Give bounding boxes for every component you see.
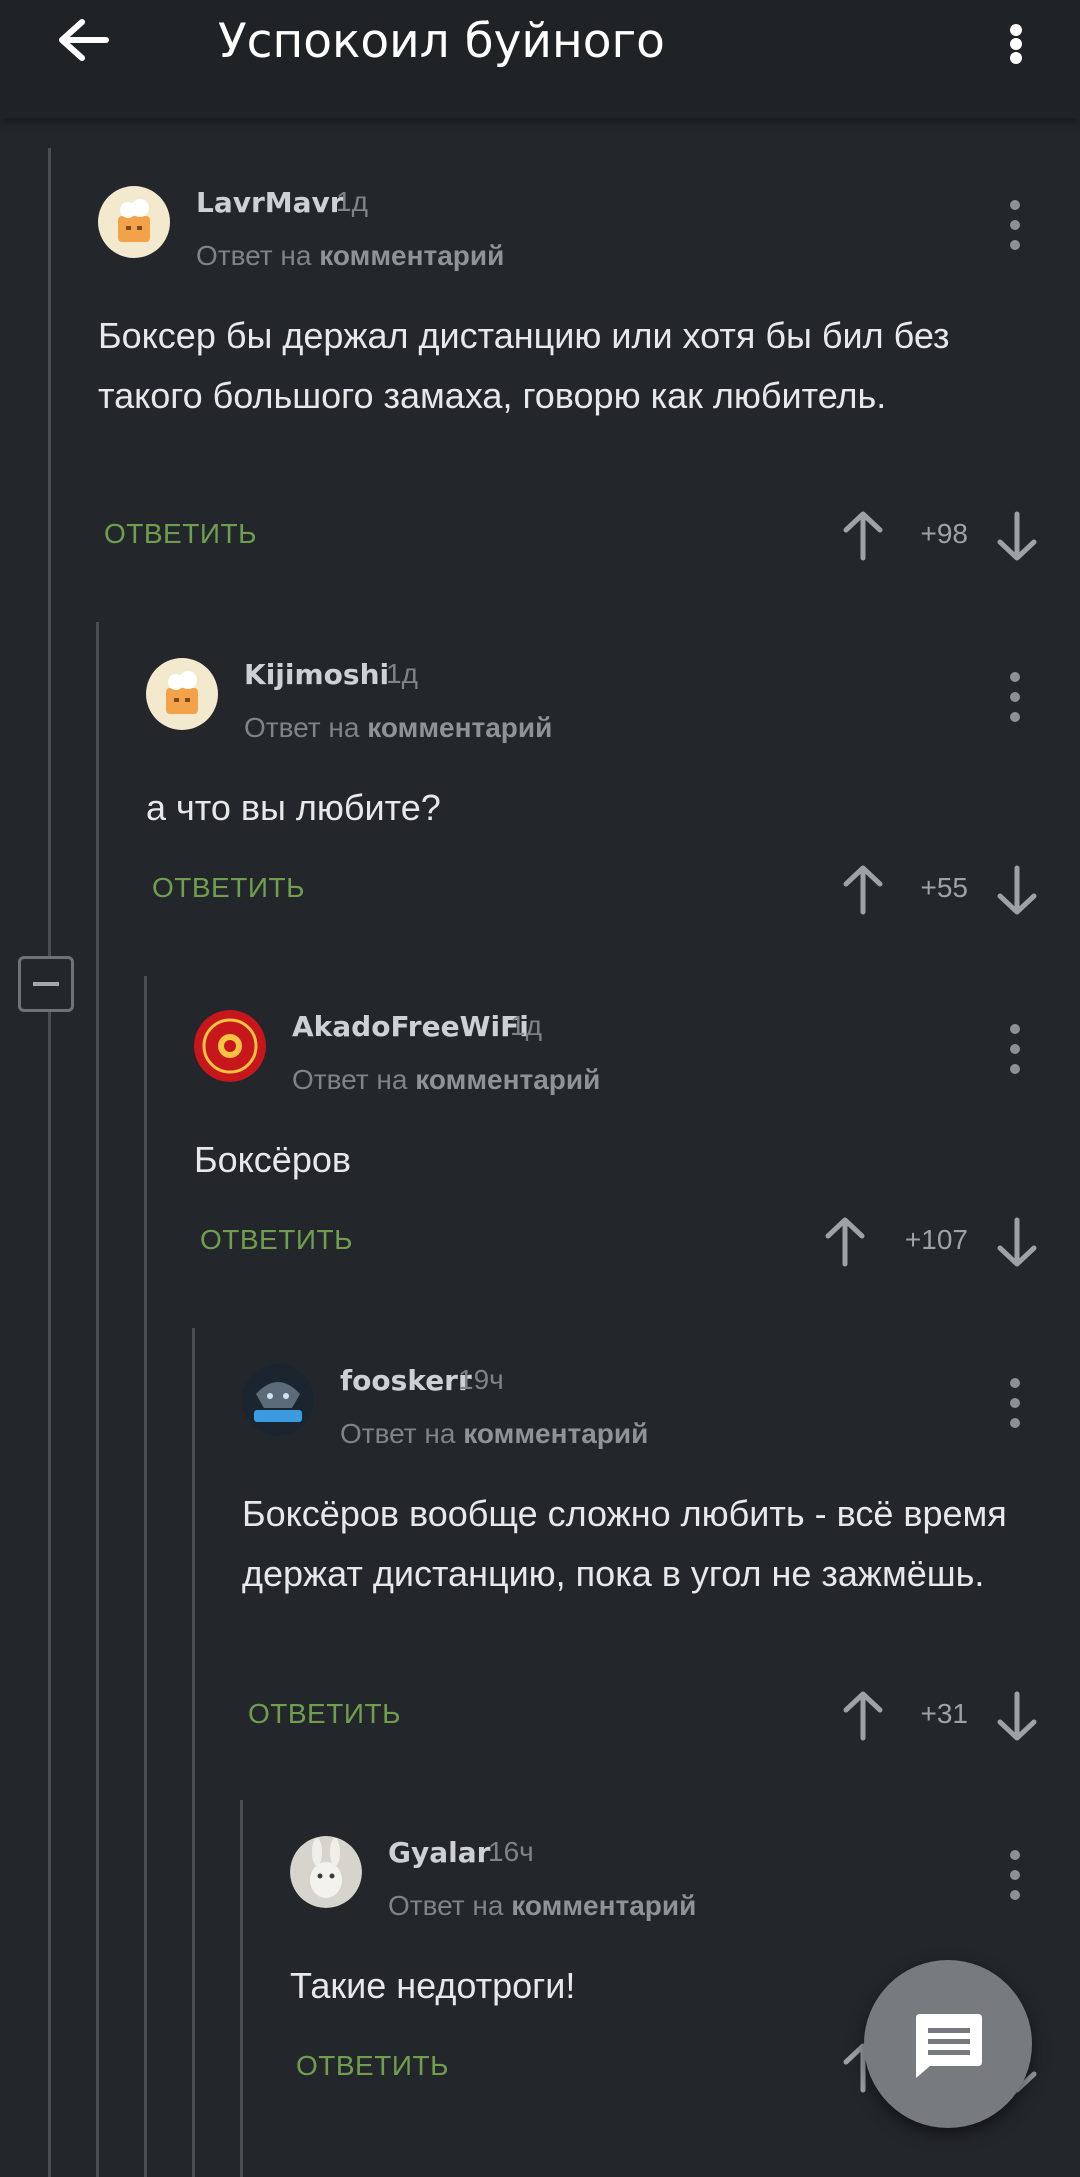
username[interactable]: Gyalar [388, 1836, 490, 1869]
reply-button[interactable]: ОТВЕТИТЬ [152, 872, 305, 904]
comment-text: Боксёров вообще сложно любить - всё врем… [242, 1493, 1007, 1594]
more-options-button[interactable] [996, 16, 1036, 88]
upvote-button[interactable] [838, 860, 888, 920]
upvote-button[interactable] [820, 1212, 870, 1272]
downvote-button[interactable] [992, 860, 1042, 920]
more-vertical-icon [1010, 24, 1022, 64]
vote-score: +107 [904, 1224, 968, 1255]
reply-to-label[interactable]: Ответ на комментарий [196, 240, 504, 272]
arrow-down-icon [997, 511, 1037, 561]
timestamp: 1д [336, 186, 368, 217]
vote-score: +55 [920, 872, 969, 903]
top-app-bar: Успокоил буйного [0, 0, 1080, 118]
thread-line [144, 976, 147, 2177]
write-comment-button[interactable] [864, 1960, 1032, 2128]
arrow-up-icon [843, 511, 883, 561]
arrow-left-icon [59, 19, 109, 61]
reply-to-label[interactable]: Ответ на комментарий [292, 1064, 600, 1096]
username[interactable]: AkadoFreeWiFi [292, 1010, 529, 1043]
collapse-thread-button[interactable] [18, 956, 74, 1012]
reply-to-label[interactable]: Ответ на комментарий [388, 1890, 696, 1922]
reply-button[interactable]: ОТВЕТИТЬ [200, 1224, 353, 1256]
timestamp: 1д [510, 1010, 542, 1041]
arrow-up-icon [843, 865, 883, 915]
upvote-button[interactable] [838, 506, 888, 566]
reply-button[interactable]: ОТВЕТИТЬ [104, 518, 257, 550]
reply-button[interactable]: ОТВЕТИТЬ [248, 1698, 401, 1730]
arrow-up-icon [843, 1691, 883, 1741]
avatar[interactable] [194, 1010, 266, 1082]
comment-more-button[interactable] [996, 196, 1036, 256]
reply-to-label[interactable]: Ответ на комментарий [340, 1418, 648, 1450]
vote-score: +31 [920, 1698, 969, 1729]
arrow-up-icon [825, 1217, 865, 1267]
comment-text: Боксёров [194, 1139, 351, 1180]
comment-more-button[interactable] [996, 668, 1036, 728]
upvote-button[interactable] [838, 1686, 888, 1746]
avatar[interactable] [290, 1836, 362, 1908]
downvote-button[interactable] [992, 506, 1042, 566]
thread-line [192, 1328, 195, 2177]
timestamp: 1д [386, 658, 418, 689]
username[interactable]: LavrMavr [196, 186, 344, 219]
thread-line [96, 622, 99, 2177]
thread-line [48, 148, 51, 2177]
comment-more-button[interactable] [996, 1020, 1036, 1080]
timestamp: 19ч [458, 1364, 504, 1395]
page-title: Успокоил буйного [218, 14, 665, 69]
avatar[interactable] [146, 658, 218, 730]
arrow-down-icon [997, 1217, 1037, 1267]
comment-text: Боксер бы держал дистанцию или хотя бы б… [98, 315, 950, 416]
arrow-down-icon [997, 1691, 1037, 1741]
timestamp: 16ч [488, 1836, 534, 1867]
comment-icon [916, 2014, 982, 2078]
downvote-button[interactable] [992, 1212, 1042, 1272]
comment-text: а что вы любите? [146, 787, 441, 828]
vote-score: +98 [920, 518, 969, 549]
reply-button[interactable]: ОТВЕТИТЬ [296, 2050, 449, 2082]
comment-more-button[interactable] [996, 1374, 1036, 1434]
downvote-button[interactable] [992, 1686, 1042, 1746]
reply-to-label[interactable]: Ответ на комментарий [244, 712, 552, 744]
username[interactable]: fooskerr [340, 1364, 472, 1397]
back-button[interactable] [52, 10, 116, 74]
arrow-down-icon [997, 865, 1037, 915]
thread-line [240, 1800, 243, 2177]
username[interactable]: Kijimoshi [244, 658, 389, 691]
comment-more-button[interactable] [996, 1846, 1036, 1906]
avatar[interactable] [242, 1364, 314, 1436]
avatar[interactable] [98, 186, 170, 258]
